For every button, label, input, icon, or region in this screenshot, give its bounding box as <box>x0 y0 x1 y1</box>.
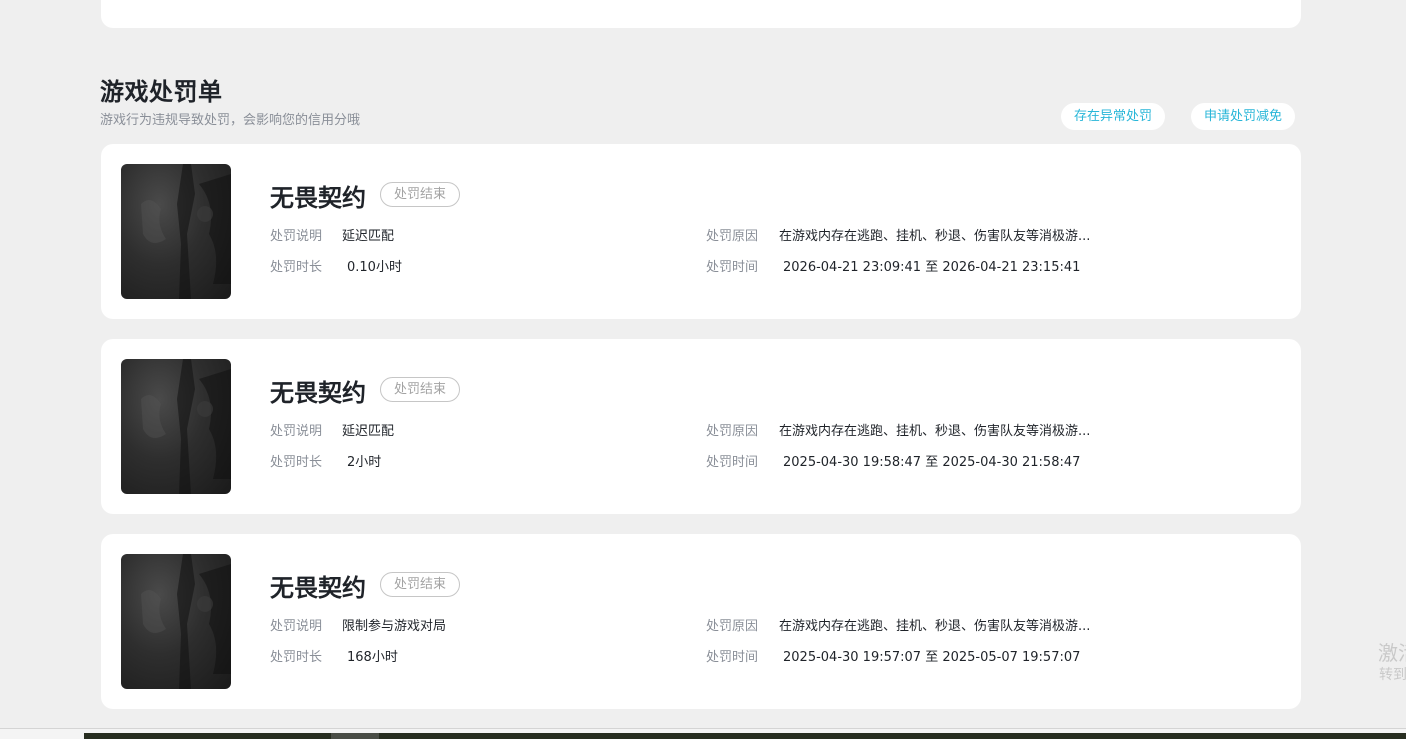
game-name: 无畏契约 <box>270 574 366 602</box>
game-cover-image <box>121 554 231 689</box>
penalty-record-card[interactable]: 无畏契约 处罚结束 处罚说明 限制参与游戏对局 处罚时长 168小时 处罚原因 … <box>101 534 1301 709</box>
time-label: 处罚时间 <box>706 260 759 275</box>
time-value: 2025-04-30 19:57:07 至 2025-05-07 19:57:0… <box>783 650 1081 665</box>
apply-reduction-button[interactable]: 申请处罚减免 <box>1191 103 1296 130</box>
reason-value: 在游戏内存在逃跑、挂机、秒退、伤害队友等消极游... <box>779 424 1091 439</box>
reason-value: 在游戏内存在逃跑、挂机、秒退、伤害队友等消极游... <box>779 229 1091 244</box>
game-cover-image <box>121 164 231 299</box>
previous-card <box>101 0 1301 28</box>
reason-label: 处罚原因 <box>706 424 759 439</box>
abnormal-penalty-button[interactable]: 存在异常处罚 <box>1061 103 1166 130</box>
time-value: 2026-04-21 23:09:41 至 2026-04-21 23:15:4… <box>783 260 1081 275</box>
duration-label: 处罚时长 <box>270 455 323 470</box>
duration-label: 处罚时长 <box>270 260 323 275</box>
game-cover-image <box>121 359 231 494</box>
duration-value: 2小时 <box>347 455 382 470</box>
duration-value: 0.10小时 <box>347 260 402 275</box>
penalty-record-card[interactable]: 无畏契约 处罚结束 处罚说明 延迟匹配 处罚时长 0.10小时 处罚原因 在游戏… <box>101 144 1301 319</box>
status-badge: 处罚结束 <box>380 377 461 402</box>
penalty-record-card[interactable]: 无畏契约 处罚结束 处罚说明 延迟匹配 处罚时长 2小时 处罚原因 在游戏内存在… <box>101 339 1301 514</box>
time-label: 处罚时间 <box>706 650 759 665</box>
status-badge: 处罚结束 <box>380 182 461 207</box>
reason-label: 处罚原因 <box>706 229 759 244</box>
status-badge: 处罚结束 <box>380 572 461 597</box>
taskbar-active-item[interactable] <box>331 733 379 739</box>
description-label: 处罚说明 <box>270 619 323 634</box>
description-label: 处罚说明 <box>270 424 323 439</box>
description-value: 延迟匹配 <box>342 424 395 439</box>
taskbar-strip <box>84 733 1406 739</box>
reason-label: 处罚原因 <box>706 619 759 634</box>
section-subtitle: 游戏行为违规导致处罚，会影响您的信用分哦 <box>100 113 361 128</box>
description-label: 处罚说明 <box>270 229 323 244</box>
activation-watermark-title: 激活 <box>1378 641 1406 665</box>
section-title: 游戏处罚单 <box>100 78 223 106</box>
duration-label: 处罚时长 <box>270 650 323 665</box>
reason-value: 在游戏内存在逃跑、挂机、秒退、伤害队友等消极游... <box>779 619 1091 634</box>
duration-value: 168小时 <box>347 650 398 665</box>
description-value: 延迟匹配 <box>342 229 395 244</box>
page: 游戏处罚单 游戏行为违规导致处罚，会影响您的信用分哦 存在异常处罚 申请处罚减免… <box>0 0 1406 739</box>
game-name: 无畏契约 <box>270 184 366 212</box>
activation-watermark-subtitle: 转到 <box>1379 667 1406 683</box>
game-name: 无畏契约 <box>270 379 366 407</box>
time-label: 处罚时间 <box>706 455 759 470</box>
time-value: 2025-04-30 19:58:47 至 2025-04-30 21:58:4… <box>783 455 1081 470</box>
description-value: 限制参与游戏对局 <box>342 619 447 634</box>
